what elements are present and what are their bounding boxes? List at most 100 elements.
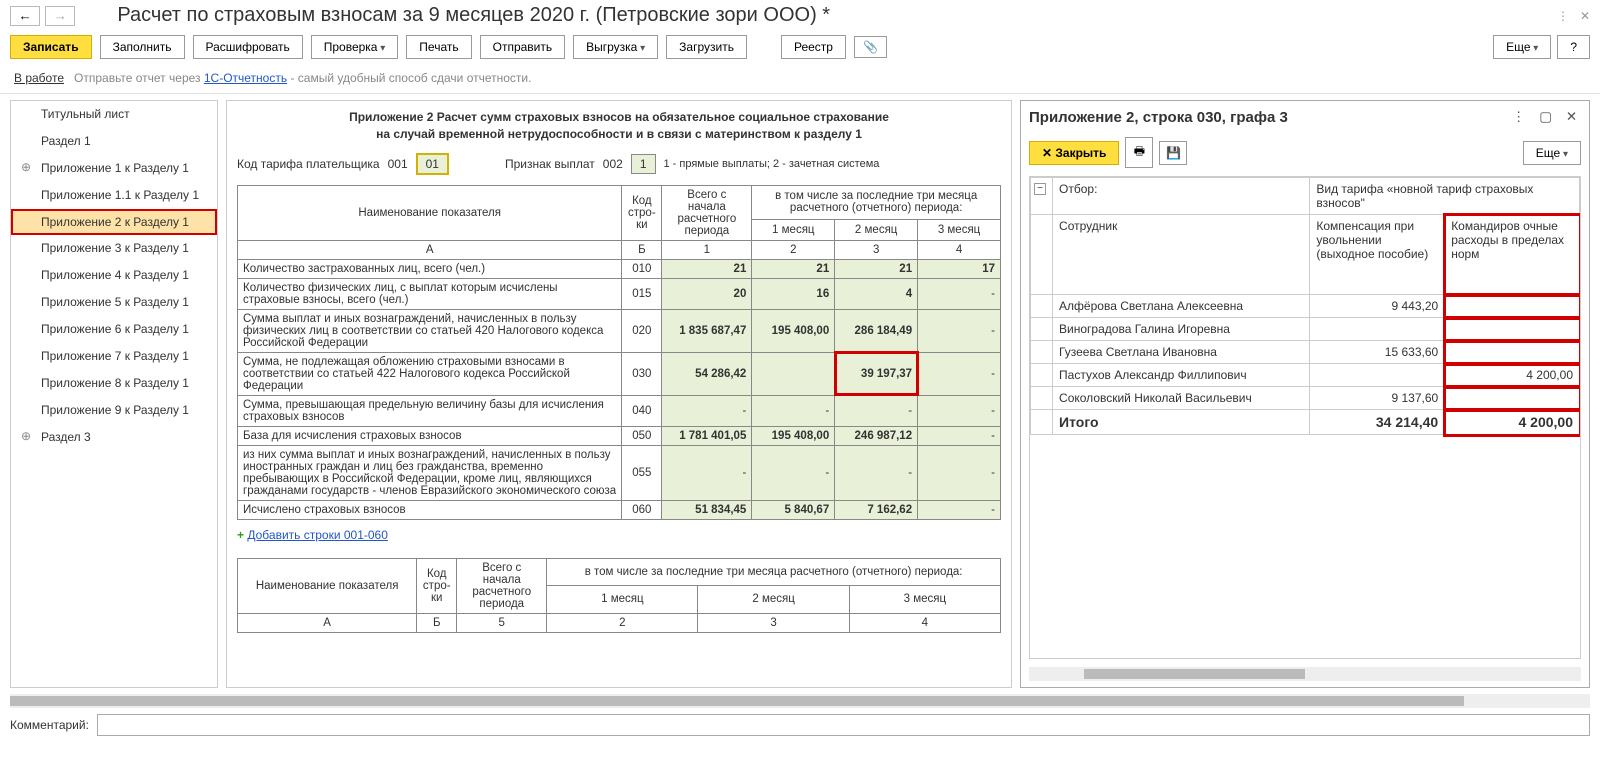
row-value[interactable]: 17: [918, 259, 1001, 278]
add-rows-link[interactable]: Добавить строки 001-060: [247, 528, 388, 542]
emp-c2: [1445, 318, 1580, 341]
row-value[interactable]: 4: [835, 278, 918, 309]
send-button[interactable]: Отправить: [480, 35, 566, 59]
fill-button[interactable]: Заполнить: [100, 35, 185, 59]
row-value[interactable]: -: [835, 395, 918, 426]
panel-col-compensation: Компенсация при увольнении (выходное пос…: [1310, 215, 1445, 295]
row-value[interactable]: -: [918, 309, 1001, 352]
nav-item[interactable]: Титульный лист: [11, 101, 217, 128]
param-sign-value[interactable]: 1: [631, 154, 656, 174]
row-name: Сумма выплат и иных вознаграждений, начи…: [238, 309, 622, 352]
row-value[interactable]: 5 840,67: [752, 500, 835, 519]
nav-item[interactable]: Раздел 3: [11, 424, 217, 451]
row-value[interactable]: 1 835 687,47: [662, 309, 752, 352]
row-value[interactable]: 195 408,00: [752, 426, 835, 445]
emp-name: Соколовский Николай Васильевич: [1053, 387, 1310, 410]
row-value[interactable]: -: [918, 426, 1001, 445]
row-value[interactable]: 21: [752, 259, 835, 278]
tree-collapse-icon[interactable]: −: [1034, 183, 1046, 195]
load-button[interactable]: Загрузить: [666, 35, 747, 59]
th-name: Наименование показателя: [238, 185, 622, 240]
save-button[interactable]: Записать: [10, 35, 92, 59]
emp-name: Пастухов Александр Филлипович: [1053, 364, 1310, 387]
row-value[interactable]: 246 987,12: [835, 426, 918, 445]
table-row: Сумма, превышающая предельную величину б…: [238, 395, 1001, 426]
param-sign-note: 1 - прямые выплаты; 2 - зачетная система: [664, 158, 880, 170]
th-code: Код стро-ки: [622, 185, 662, 240]
window-close-icon[interactable]: ✕: [1580, 9, 1590, 23]
nav-item[interactable]: Приложение 1 к Разделу 1: [11, 155, 217, 182]
row-value[interactable]: 16: [752, 278, 835, 309]
check-button[interactable]: Проверка: [311, 35, 399, 59]
param-tariff-value[interactable]: 01: [416, 153, 449, 175]
nav-item[interactable]: Приложение 6 к Разделу 1: [11, 316, 217, 343]
panel-close-icon[interactable]: ✕: [1562, 107, 1581, 127]
row-value[interactable]: 195 408,00: [752, 309, 835, 352]
row-value[interactable]: -: [662, 395, 752, 426]
row-value[interactable]: 286 184,49: [835, 309, 918, 352]
nav-item[interactable]: Приложение 4 к Разделу 1: [11, 262, 217, 289]
emp-c1: 15 633,60: [1310, 341, 1445, 364]
emp-c1: 9 443,20: [1310, 295, 1445, 318]
panel-maximize-icon[interactable]: ▢: [1535, 107, 1556, 127]
page-title: Расчет по страховым взносам за 9 месяцев…: [117, 4, 830, 27]
row-value[interactable]: -: [918, 500, 1001, 519]
decode-button[interactable]: Расшифровать: [193, 35, 303, 59]
row-value[interactable]: 7 162,62: [835, 500, 918, 519]
panel-more-button[interactable]: Еще: [1523, 141, 1581, 165]
section-nav[interactable]: Титульный листРаздел 1Приложение 1 к Раз…: [10, 100, 218, 688]
print-button[interactable]: Печать: [406, 35, 471, 59]
row-value[interactable]: -: [918, 278, 1001, 309]
row-name: Сумма, превышающая предельную величину б…: [238, 395, 622, 426]
row-value[interactable]: -: [752, 395, 835, 426]
nav-item[interactable]: Раздел 1: [11, 128, 217, 155]
nav-item[interactable]: Приложение 1.1 к Разделу 1: [11, 182, 217, 209]
panel-body[interactable]: − Отбор: Вид тарифа «новной тариф страхо…: [1029, 176, 1581, 659]
attach-button[interactable]: 📎: [854, 36, 887, 58]
panel-print-button[interactable]: 🖶: [1125, 137, 1153, 168]
panel-menu-icon[interactable]: ⋮: [1508, 107, 1529, 127]
help-button[interactable]: ?: [1557, 35, 1590, 59]
list-item[interactable]: Алфёрова Светлана Алексеевна9 443,20: [1031, 295, 1580, 318]
nav-item[interactable]: Приложение 7 к Разделу 1: [11, 343, 217, 370]
form-hscroll[interactable]: [10, 694, 1590, 708]
row-value[interactable]: -: [752, 445, 835, 500]
registry-button[interactable]: Реестр: [781, 35, 846, 59]
row-value[interactable]: -: [662, 445, 752, 500]
window-menu-icon[interactable]: ⋮: [1557, 9, 1570, 23]
row-value[interactable]: 21: [662, 259, 752, 278]
row-value[interactable]: 54 286,42: [662, 352, 752, 395]
nav-item[interactable]: Приложение 2 к Разделу 1: [11, 209, 217, 235]
row-value[interactable]: 1 781 401,05: [662, 426, 752, 445]
row-value[interactable]: 51 834,45: [662, 500, 752, 519]
list-item[interactable]: Виноградова Галина Игоревна: [1031, 318, 1580, 341]
panel-save-button[interactable]: 💾: [1159, 141, 1187, 165]
row-value[interactable]: 20: [662, 278, 752, 309]
more-button[interactable]: Еще: [1493, 35, 1551, 59]
row-value[interactable]: -: [918, 352, 1001, 395]
form-params: Код тарифа плательщика 001 01 Признак вы…: [237, 153, 1001, 175]
comment-input[interactable]: [97, 714, 1590, 736]
list-item[interactable]: Пастухов Александр Филлипович 4 200,00: [1031, 364, 1580, 387]
nav-item[interactable]: Приложение 8 к Разделу 1: [11, 370, 217, 397]
nav-forward-button[interactable]: →: [45, 6, 75, 26]
export-button[interactable]: Выгрузка: [573, 35, 658, 59]
row-value[interactable]: [752, 352, 835, 395]
row-value[interactable]: -: [835, 445, 918, 500]
nav-back-button[interactable]: ←: [10, 6, 40, 26]
list-item[interactable]: Соколовский Николай Васильевич9 137,60: [1031, 387, 1580, 410]
status-state-link[interactable]: В работе: [14, 71, 64, 85]
row-value[interactable]: -: [918, 445, 1001, 500]
emp-c2: 4 200,00: [1445, 364, 1580, 387]
emp-c1: [1310, 318, 1445, 341]
list-item[interactable]: Гузеева Светлана Ивановна15 633,60: [1031, 341, 1580, 364]
nav-item[interactable]: Приложение 9 к Разделу 1: [11, 397, 217, 424]
row-value[interactable]: 39 197,37: [835, 352, 918, 395]
panel-close-button[interactable]: Закрыть: [1029, 141, 1119, 165]
row-value[interactable]: 21: [835, 259, 918, 278]
status-service-link[interactable]: 1С-Отчетность: [204, 71, 287, 85]
row-value[interactable]: -: [918, 395, 1001, 426]
nav-item[interactable]: Приложение 5 к Разделу 1: [11, 289, 217, 316]
panel-hscroll[interactable]: [1029, 667, 1581, 681]
nav-item[interactable]: Приложение 3 к Разделу 1: [11, 235, 217, 262]
